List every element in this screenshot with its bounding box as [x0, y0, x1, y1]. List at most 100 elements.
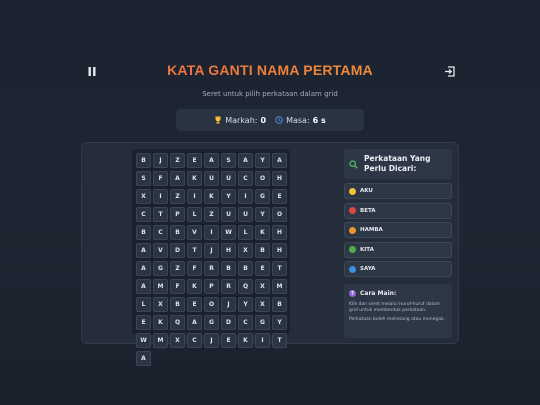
grid-cell[interactable]: Y — [255, 207, 270, 222]
grid-cell[interactable]: P — [204, 279, 219, 294]
grid-cell[interactable]: F — [153, 171, 168, 186]
grid-cell[interactable]: D — [221, 315, 236, 330]
grid-cell[interactable]: I — [204, 225, 219, 240]
grid-cell[interactable]: Y — [255, 153, 270, 168]
grid-cell[interactable]: U — [221, 207, 236, 222]
grid-cell[interactable]: E — [187, 153, 202, 168]
grid-cell[interactable]: A — [136, 261, 151, 276]
grid-cell[interactable]: R — [221, 279, 236, 294]
grid-cell[interactable]: B — [136, 153, 151, 168]
grid-cell[interactable]: M — [153, 279, 168, 294]
grid-cell[interactable]: E — [136, 315, 151, 330]
grid-cell[interactable]: M — [272, 279, 287, 294]
grid-cell[interactable]: A — [238, 153, 253, 168]
grid-cell[interactable]: W — [221, 225, 236, 240]
grid-cell[interactable]: S — [221, 153, 236, 168]
grid-cell[interactable]: S — [136, 171, 151, 186]
grid-cell[interactable]: T — [272, 333, 287, 348]
grid-cell[interactable]: Y — [272, 315, 287, 330]
grid-cell[interactable]: U — [238, 207, 253, 222]
grid-cell[interactable]: X — [170, 333, 185, 348]
grid-cell[interactable]: Y — [238, 297, 253, 312]
grid-cell[interactable]: I — [238, 189, 253, 204]
grid-cell[interactable]: E — [255, 261, 270, 276]
letter-grid[interactable]: BJZEASAYASFAKUUCOHXIZIKYIGECTPLZUUYOBCBV… — [136, 153, 287, 366]
grid-cell[interactable]: A — [136, 243, 151, 258]
grid-cell[interactable]: J — [221, 297, 236, 312]
grid-cell[interactable]: R — [204, 261, 219, 276]
grid-cell[interactable]: Z — [170, 261, 185, 276]
grid-cell[interactable]: P — [170, 207, 185, 222]
grid-cell[interactable]: T — [187, 243, 202, 258]
grid-cell[interactable]: L — [187, 207, 202, 222]
grid-cell[interactable]: T — [272, 261, 287, 276]
grid-cell[interactable]: Q — [238, 279, 253, 294]
grid-cell[interactable]: X — [238, 243, 253, 258]
grid-cell[interactable]: M — [153, 333, 168, 348]
grid-cell[interactable]: Z — [170, 189, 185, 204]
grid-cell[interactable]: H — [272, 243, 287, 258]
grid-cell[interactable]: O — [255, 171, 270, 186]
grid-cell[interactable]: A — [272, 153, 287, 168]
grid-cell[interactable]: X — [153, 297, 168, 312]
grid-cell[interactable]: I — [153, 189, 168, 204]
grid-cell[interactable]: B — [170, 297, 185, 312]
grid-cell[interactable]: K — [255, 225, 270, 240]
grid-cell[interactable]: B — [170, 225, 185, 240]
grid-cell[interactable]: Q — [170, 315, 185, 330]
grid-cell[interactable]: E — [187, 297, 202, 312]
grid-cell[interactable]: X — [255, 279, 270, 294]
grid-cell[interactable]: E — [272, 189, 287, 204]
grid-cell[interactable]: K — [187, 279, 202, 294]
grid-cell[interactable]: Z — [170, 153, 185, 168]
grid-cell[interactable]: A — [136, 351, 151, 366]
grid-cell[interactable]: Z — [204, 207, 219, 222]
grid-cell[interactable]: O — [272, 207, 287, 222]
grid-cell[interactable]: I — [187, 189, 202, 204]
grid-cell[interactable]: D — [170, 243, 185, 258]
grid-cell[interactable]: C — [136, 207, 151, 222]
grid-cell[interactable]: A — [170, 171, 185, 186]
grid-cell[interactable]: G — [255, 315, 270, 330]
grid-cell[interactable]: C — [187, 333, 202, 348]
grid-cell[interactable]: G — [153, 261, 168, 276]
grid-cell[interactable]: H — [272, 171, 287, 186]
grid-cell[interactable]: K — [153, 315, 168, 330]
grid-cell[interactable]: B — [272, 297, 287, 312]
grid-cell[interactable]: T — [153, 207, 168, 222]
grid-cell[interactable]: A — [136, 279, 151, 294]
grid-cell[interactable]: J — [204, 333, 219, 348]
grid-cell[interactable]: J — [153, 153, 168, 168]
grid-cell[interactable]: X — [136, 189, 151, 204]
grid-cell[interactable]: J — [204, 243, 219, 258]
grid-cell[interactable]: C — [238, 315, 253, 330]
grid-cell[interactable]: G — [204, 315, 219, 330]
grid-cell[interactable]: L — [136, 297, 151, 312]
grid-cell[interactable]: X — [255, 297, 270, 312]
grid-cell[interactable]: H — [221, 243, 236, 258]
grid-cell[interactable]: W — [136, 333, 151, 348]
grid-cell[interactable]: U — [204, 171, 219, 186]
grid-cell[interactable]: E — [221, 333, 236, 348]
grid-cell[interactable]: K — [238, 333, 253, 348]
grid-cell[interactable]: V — [153, 243, 168, 258]
grid-cell[interactable]: V — [187, 225, 202, 240]
grid-cell[interactable]: K — [187, 171, 202, 186]
grid-cell[interactable]: F — [170, 279, 185, 294]
grid-cell[interactable]: C — [153, 225, 168, 240]
grid-cell[interactable]: F — [187, 261, 202, 276]
grid-cell[interactable]: C — [238, 171, 253, 186]
exit-button[interactable] — [441, 64, 457, 78]
grid-cell[interactable]: B — [255, 243, 270, 258]
grid-cell[interactable]: Y — [221, 189, 236, 204]
grid-cell[interactable]: B — [221, 261, 236, 276]
grid-cell[interactable]: U — [221, 171, 236, 186]
grid-cell[interactable]: I — [255, 333, 270, 348]
grid-cell[interactable]: G — [255, 189, 270, 204]
grid-cell[interactable]: K — [204, 189, 219, 204]
grid-cell[interactable]: H — [272, 225, 287, 240]
grid-cell[interactable]: O — [204, 297, 219, 312]
grid-cell[interactable]: L — [238, 225, 253, 240]
grid-cell[interactable]: B — [238, 261, 253, 276]
grid-cell[interactable]: A — [204, 153, 219, 168]
